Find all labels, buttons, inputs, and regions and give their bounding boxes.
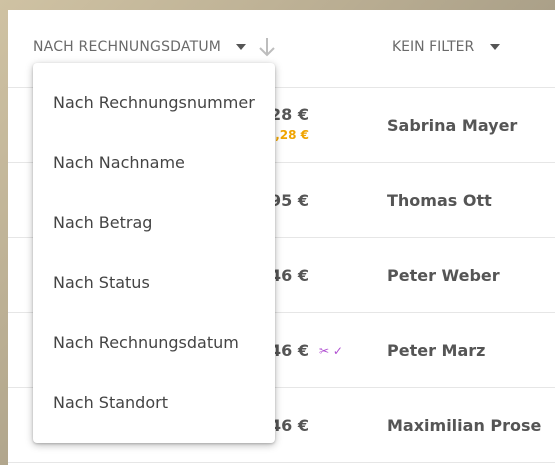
sort-option-rechnungsdatum[interactable]: Nach Rechnungsdatum: [53, 333, 239, 352]
sort-option-status[interactable]: Nach Status: [53, 273, 150, 292]
customer-name: Sabrina Mayer: [387, 116, 518, 135]
sort-option-betrag[interactable]: Nach Betrag: [53, 213, 152, 232]
customer-name: Peter Marz: [387, 341, 486, 360]
caret-down-icon[interactable]: [490, 44, 500, 50]
sort-option-standort[interactable]: Nach Standort: [53, 393, 168, 412]
sort-option-nachname[interactable]: Nach Nachname: [53, 153, 185, 172]
caret-down-icon[interactable]: [236, 44, 246, 50]
arrow-down-icon[interactable]: [257, 36, 277, 58]
filter-dropdown-button[interactable]: KEIN FILTER: [392, 39, 474, 55]
customer-name: Thomas Ott: [387, 191, 492, 210]
sort-dropdown-button[interactable]: NACH RECHNUNGSDATUM: [33, 39, 221, 55]
sort-option-rechnungsnummer[interactable]: Nach Rechnungsnummer: [53, 93, 255, 112]
customer-name: Maximilian Prose: [387, 416, 542, 435]
scissors-check-icon: ✂ ✓: [319, 344, 343, 358]
customer-name: Peter Weber: [387, 266, 500, 285]
sort-options-dropdown: Nach Rechnungsnummer Nach Nachname Nach …: [33, 63, 275, 443]
